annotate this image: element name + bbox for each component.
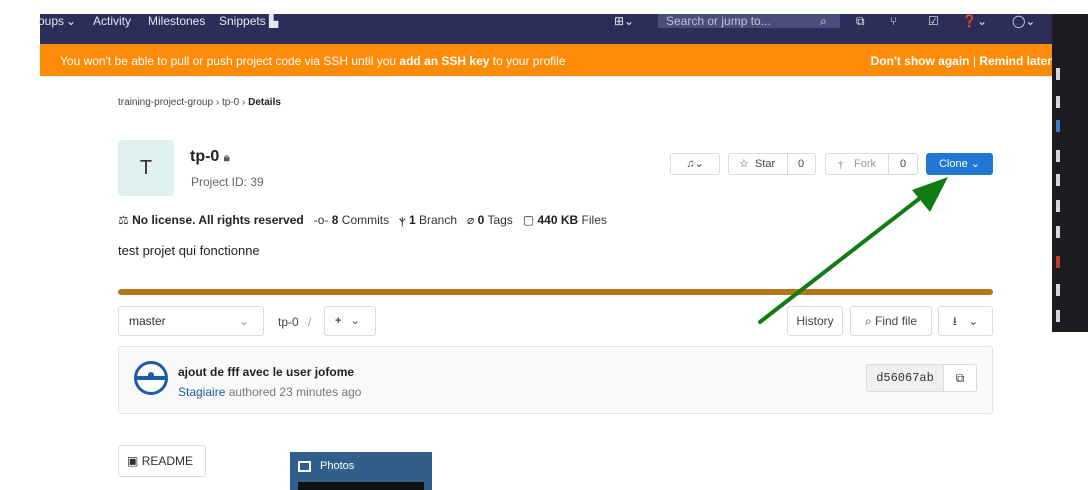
annotation-arrow [758, 177, 948, 324]
